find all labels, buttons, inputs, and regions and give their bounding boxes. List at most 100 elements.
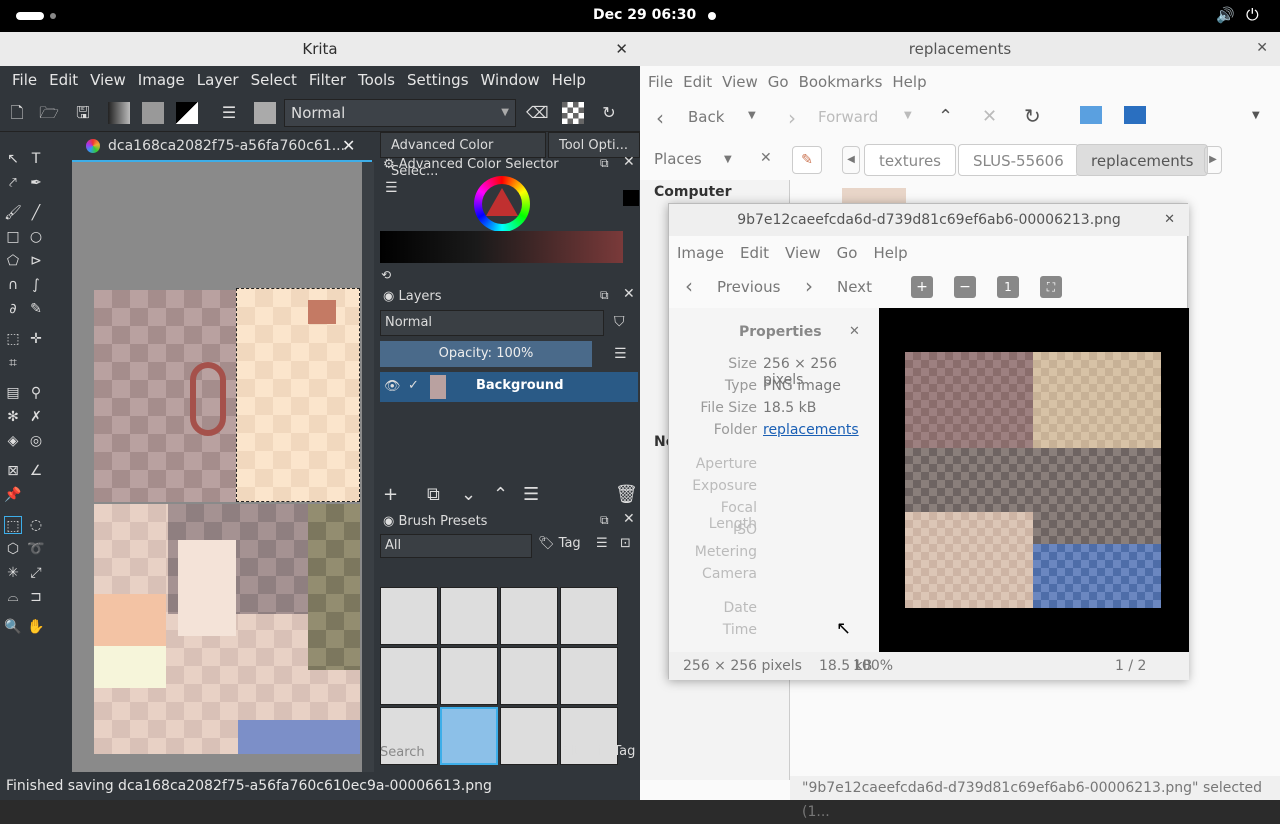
polyline-tool-icon[interactable]: ⊳ xyxy=(27,252,45,270)
brush-preset-marker[interactable] xyxy=(440,587,498,645)
zoom-out-icon[interactable]: − xyxy=(954,276,976,298)
brush-preset-pencil-1[interactable] xyxy=(500,647,558,705)
blend-mode-select[interactable]: Normal ▼ xyxy=(284,99,516,127)
brush-preset-airbrush[interactable] xyxy=(500,587,558,645)
files-close-button[interactable]: ✕ xyxy=(1256,40,1268,56)
close-brushes-icon[interactable]: ✕ xyxy=(623,511,635,527)
brush-tool-icon[interactable]: 🖌 xyxy=(4,204,22,222)
menu-tools[interactable]: Tools xyxy=(358,71,395,89)
polygon-select-icon[interactable]: ⬡ xyxy=(4,540,22,558)
fg-bg-color-icon[interactable] xyxy=(176,102,198,124)
files-menu-bookmarks[interactable]: Bookmarks xyxy=(799,73,883,91)
forward-dropdown-icon[interactable]: ▼ xyxy=(904,110,912,121)
home-folder-icon[interactable] xyxy=(1080,106,1102,124)
brush-view-icon[interactable]: ☰ xyxy=(596,536,608,551)
colorize-mask-icon[interactable]: ✻ xyxy=(4,408,22,426)
delete-layer-icon[interactable]: 🗑 xyxy=(615,484,638,505)
layer-blend-select[interactable]: Normal xyxy=(380,310,604,336)
multibrush-icon[interactable]: ✎ xyxy=(27,300,45,318)
brush-search-input[interactable]: Search xyxy=(380,742,538,764)
transform-tool-icon[interactable]: ⬚ xyxy=(4,330,22,348)
measure-tool-icon[interactable]: ∠ xyxy=(27,462,45,480)
brush-preset-icon[interactable] xyxy=(254,102,276,124)
brush-settings-icon[interactable]: ☰ xyxy=(218,102,240,124)
color-wheel[interactable] xyxy=(474,176,530,232)
prop-folder-link[interactable]: replacements xyxy=(763,422,859,438)
selector-settings-icon[interactable]: ☰ xyxy=(385,180,398,196)
freehand-path-icon[interactable]: ∫ xyxy=(27,276,45,294)
line-tool-icon[interactable]: ╱ xyxy=(27,204,45,222)
viewer-menu-edit[interactable]: Edit xyxy=(740,244,769,262)
add-layer-icon[interactable]: + xyxy=(383,484,398,505)
reference-tool-icon[interactable]: 📌 xyxy=(4,486,22,504)
pattern-swatch[interactable] xyxy=(142,102,164,124)
alpha-lock-icon[interactable] xyxy=(562,102,584,124)
filter-in-tag-checkbox[interactable]: ✓ Filter in Tag xyxy=(546,744,635,759)
menu-view[interactable]: View xyxy=(90,71,126,89)
move-tool-icon[interactable]: ✛ xyxy=(27,330,45,348)
gradient-swatch[interactable] xyxy=(108,102,130,124)
forward-button[interactable]: Forward xyxy=(818,108,878,126)
brush-preset-pen[interactable] xyxy=(560,587,618,645)
eraser-icon[interactable]: ⌫ xyxy=(526,102,549,124)
path-left-icon[interactable]: ◀ xyxy=(842,146,860,174)
brush-preset-eraser[interactable] xyxy=(380,587,438,645)
select-tool-icon[interactable]: ↖ xyxy=(4,150,22,168)
brush-preset-pencil-2[interactable] xyxy=(560,647,618,705)
viewer-menu-help[interactable]: Help xyxy=(873,244,907,262)
calligraphy-icon[interactable]: ✒ xyxy=(27,174,45,192)
menu-filter[interactable]: Filter xyxy=(309,71,346,89)
computer-icon[interactable] xyxy=(1124,106,1146,124)
menu-layer[interactable]: Layer xyxy=(197,71,239,89)
bezier-select-icon[interactable]: ⌓ xyxy=(4,588,22,606)
assistant-tool-icon[interactable]: ⊠ xyxy=(4,462,22,480)
canvas[interactable] xyxy=(72,162,362,782)
viewer-close-button[interactable]: ✕ xyxy=(1164,212,1175,227)
new-document-icon[interactable]: 🗋 xyxy=(6,102,28,124)
krita-close-button[interactable]: ✕ xyxy=(615,32,628,66)
brush-tag-select[interactable]: All xyxy=(380,534,532,558)
ellipse-tool-icon[interactable]: ○ xyxy=(27,228,45,246)
clock[interactable]: Dec 29 06:30 xyxy=(593,7,696,23)
menu-image[interactable]: Image xyxy=(138,71,185,89)
previous-button[interactable]: Previous xyxy=(717,278,780,296)
layer-properties-icon[interactable]: ☰ xyxy=(523,484,539,505)
image-display[interactable] xyxy=(879,308,1189,652)
zoom-tool-icon[interactable]: 🔍 xyxy=(4,618,22,636)
color-picker-icon[interactable]: ⚲ xyxy=(27,384,45,402)
files-menu-view[interactable]: View xyxy=(722,73,758,91)
places-label[interactable]: Places xyxy=(654,150,702,168)
rectangle-tool-icon[interactable]: □ xyxy=(4,228,22,246)
menu-window[interactable]: Window xyxy=(481,71,540,89)
similar-select-icon[interactable]: ⤢ xyxy=(27,564,45,582)
magnetic-select-icon[interactable]: ⊐ xyxy=(27,588,45,606)
viewer-menu-go[interactable]: Go xyxy=(837,244,858,262)
move-down-icon[interactable]: ⌄ xyxy=(461,484,476,505)
float-brushes-icon[interactable]: ⧉ xyxy=(600,513,609,528)
volume-icon[interactable]: 🔊 xyxy=(1216,6,1235,24)
menu-edit[interactable]: Edit xyxy=(49,71,78,89)
shade-selector[interactable] xyxy=(380,231,623,263)
files-menu-edit[interactable]: Edit xyxy=(683,73,712,91)
crumb-slus[interactable]: SLUS-55606 xyxy=(958,144,1079,176)
crumb-textures[interactable]: textures xyxy=(864,144,956,176)
view-dropdown-icon[interactable]: ▼ xyxy=(1252,110,1260,121)
files-menu-help[interactable]: Help xyxy=(892,73,926,91)
document-tab[interactable]: dca168ca2082f75-a56fa760c61... ✕ xyxy=(72,132,372,162)
menu-settings[interactable]: Settings xyxy=(407,71,469,89)
crumb-replacements[interactable]: replacements xyxy=(1076,144,1209,176)
edit-path-icon[interactable]: ✎ xyxy=(792,146,822,174)
files-menu-file[interactable]: File xyxy=(648,73,673,91)
float-docker-icon[interactable]: ⧉ xyxy=(600,156,609,171)
fill-tool-icon[interactable]: ◈ xyxy=(4,432,22,450)
files-menu-go[interactable]: Go xyxy=(768,73,789,91)
menu-help[interactable]: Help xyxy=(552,71,586,89)
dynamic-brush-icon[interactable]: ∂ xyxy=(4,300,22,318)
path-right-icon[interactable]: ▶ xyxy=(1204,146,1222,174)
move-up-icon[interactable]: ⌃ xyxy=(493,484,508,505)
save-icon[interactable]: 🖫 xyxy=(72,102,94,124)
power-icon[interactable]: ⏻ xyxy=(1246,5,1259,25)
canvas-scrollbar[interactable] xyxy=(362,162,374,782)
tag-button[interactable]: 🏷 Tag xyxy=(538,536,581,551)
current-color-swatch[interactable] xyxy=(623,190,639,206)
